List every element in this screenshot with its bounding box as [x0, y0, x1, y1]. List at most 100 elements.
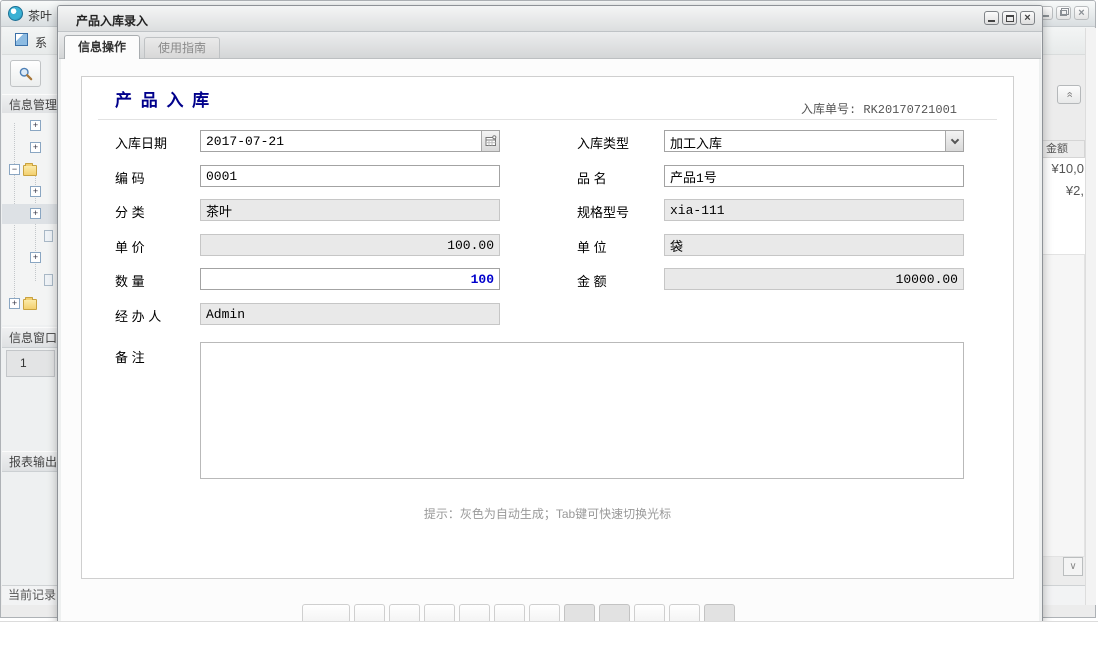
dialog-minimize-button[interactable]: [984, 11, 999, 25]
minimize-icon: [1042, 15, 1049, 17]
product-name-input[interactable]: [664, 165, 964, 187]
vertical-scrollbar[interactable]: [1085, 28, 1096, 605]
panel-header-info-window[interactable]: 信息窗口: [2, 327, 58, 348]
tree-row[interactable]: +: [2, 248, 58, 268]
label-category: 分 类: [115, 202, 145, 221]
operator-field: [200, 303, 500, 325]
dialog-maximize-button[interactable]: [1002, 11, 1017, 25]
collapse-panel-button[interactable]: «: [1057, 85, 1081, 104]
tree-expand-icon[interactable]: +: [30, 208, 41, 219]
inbound-type-field-wrap: 加工入库: [664, 130, 964, 152]
form-title: 产 品 入 库: [115, 86, 211, 111]
tree-expand-icon[interactable]: +: [30, 252, 41, 263]
tree-row[interactable]: +: [2, 138, 58, 158]
minimize-icon: [988, 20, 995, 22]
grid-amount-column: ¥10,0 ¥2,: [1042, 158, 1085, 254]
tree-row[interactable]: +: [2, 116, 58, 136]
dialog-titlebar[interactable]: 产品入库录入: [58, 6, 1042, 32]
main-close-button[interactable]: ×: [1074, 6, 1089, 20]
panel-header-report-output[interactable]: 报表输出: [2, 451, 58, 472]
amount-field: [664, 268, 964, 290]
search-button[interactable]: [10, 60, 41, 87]
label-operator: 经 办 人: [115, 306, 161, 325]
remark-textarea[interactable]: [200, 342, 964, 479]
maximize-icon: [1006, 15, 1014, 22]
label-remark: 备 注: [115, 347, 145, 366]
close-icon: ×: [1078, 8, 1084, 19]
dialog-tabstrip: 信息操作 使用指南: [59, 32, 1041, 59]
dropdown-button[interactable]: [945, 131, 963, 151]
tree-row-selected[interactable]: +: [2, 204, 58, 224]
label-product-name: 品 名: [577, 168, 607, 187]
label-amount: 金 额: [577, 271, 607, 290]
inbound-type-value: 加工入库: [670, 133, 722, 152]
toolbar-button[interactable]: [634, 604, 665, 622]
toolbar-button[interactable]: [704, 604, 735, 622]
label-code: 编 码: [115, 168, 145, 187]
sidebar-tree: + + − + + + +: [2, 113, 58, 325]
toolbar-button[interactable]: [494, 604, 525, 622]
unit-field: [664, 234, 964, 256]
spec-model-field: [664, 199, 964, 221]
tree-expand-icon[interactable]: +: [9, 298, 20, 309]
toolbar-button[interactable]: [599, 604, 630, 622]
toolbar-button[interactable]: [389, 604, 420, 622]
form-hint: 提示：灰色为自动生成；Tab键可快速切换光标: [82, 505, 1013, 522]
date-picker-button[interactable]: [481, 131, 499, 151]
tree-collapse-icon[interactable]: −: [9, 164, 20, 175]
category-field: [200, 199, 500, 221]
inbound-date-input[interactable]: [200, 130, 500, 152]
title-separator: [98, 119, 997, 120]
tree-expand-icon[interactable]: +: [30, 120, 41, 131]
search-icon: [18, 66, 34, 82]
close-icon: ×: [1024, 13, 1030, 24]
leaf-node-icon: [44, 230, 53, 242]
label-inbound-type: 入库类型: [577, 133, 629, 152]
tree-row[interactable]: [2, 226, 58, 246]
grid-amount-cell[interactable]: ¥2,: [1042, 183, 1084, 198]
tree-expand-icon[interactable]: +: [30, 186, 41, 197]
collapse-chevrons-icon: «: [1064, 91, 1075, 97]
screen: 茶叶 × 系 信息管理 + + −: [0, 0, 1098, 655]
quantity-input[interactable]: [200, 268, 500, 290]
inbound-form-panel: 产 品 入 库 入库单号: RK20170721001 入库日期: [81, 76, 1014, 579]
toolbar-button[interactable]: [424, 604, 455, 622]
label-inbound-date: 入库日期: [115, 133, 167, 152]
grid-amount-column-header[interactable]: 金额: [1042, 140, 1085, 158]
code-input[interactable]: [200, 165, 500, 187]
tab-info-operation[interactable]: 信息操作: [64, 35, 140, 59]
system-toolbar-label: 系: [35, 34, 47, 51]
main-restore-button[interactable]: [1056, 6, 1071, 20]
dialog-window-buttons: ×: [984, 11, 1035, 25]
tab-user-guide[interactable]: 使用指南: [144, 37, 220, 58]
folder-icon: [23, 299, 37, 310]
folder-open-icon: [23, 165, 37, 176]
tree-row-products-folder[interactable]: −: [2, 160, 58, 180]
grid-amount-cell[interactable]: ¥10,0: [1042, 161, 1084, 176]
system-panel-icon: [15, 33, 28, 46]
grid-lower-panel: [1042, 254, 1085, 557]
toolbar-button[interactable]: [354, 604, 385, 622]
toolbar-button[interactable]: [302, 604, 350, 622]
chevron-down-icon: [950, 135, 958, 143]
label-unit: 单 位: [577, 237, 607, 256]
tree-expand-icon[interactable]: +: [30, 142, 41, 153]
scrollbar-down-button[interactable]: ∨: [1063, 557, 1083, 576]
toolbar-button[interactable]: [459, 604, 490, 622]
tree-row-base-folder[interactable]: +: [2, 294, 58, 314]
toolbar-button[interactable]: [564, 604, 595, 622]
dialog-title: 产品入库录入: [76, 12, 148, 29]
panel-header-info-management[interactable]: 信息管理: [2, 94, 58, 115]
inbound-order-number: 入库单号: RK20170721001: [801, 100, 957, 117]
dialog-close-button[interactable]: ×: [1020, 11, 1035, 25]
calendar-icon: [485, 135, 497, 147]
main-window-title: 茶叶: [28, 7, 58, 24]
tree-row[interactable]: +: [2, 182, 58, 202]
tree-row[interactable]: [2, 270, 58, 290]
inbound-type-select[interactable]: 加工入库: [664, 130, 964, 152]
main-window-buttons: ×: [1038, 6, 1089, 20]
toolbar-button[interactable]: [529, 604, 560, 622]
toolbar-button[interactable]: [669, 604, 700, 622]
dialog-bottom-toolbar: [302, 604, 735, 622]
grid-row-number-cell[interactable]: 1: [6, 350, 55, 377]
